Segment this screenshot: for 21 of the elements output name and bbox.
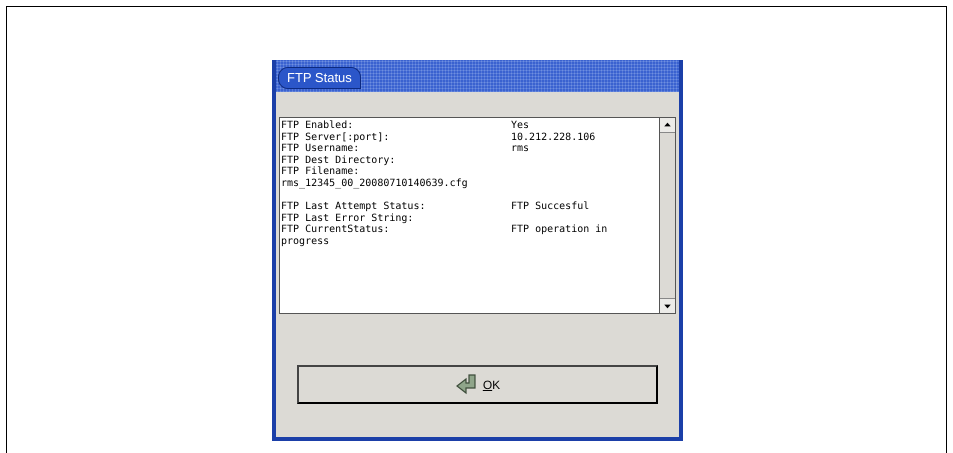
field-label: FTP Last Attempt Status: [281, 201, 426, 213]
text-area[interactable] [279, 117, 659, 314]
field-label: FTP Filename: [281, 166, 360, 178]
scroll-down-icon[interactable] [660, 298, 675, 313]
field-label: FTP Username: [281, 143, 360, 155]
field-value: FTP operation in [511, 224, 608, 236]
scrollbar[interactable] [659, 117, 676, 314]
field-label: FTP Enabled: [281, 120, 354, 132]
field-label: FTP Server[:port]: [281, 132, 390, 144]
field-label: FTP CurrentStatus: [281, 224, 390, 236]
window-title: FTP Status [278, 67, 361, 89]
field-label: FTP Dest Directory: [281, 154, 396, 166]
field-value: FTP Succesful [511, 201, 590, 213]
field-value: rms [511, 143, 530, 155]
field-label: rms_12345_00_20080710140639.cfg [281, 178, 468, 190]
field-label: progress [281, 236, 330, 248]
field-label: FTP Last Error String: [281, 212, 414, 224]
field-value: 10.212.228.106 [511, 132, 596, 144]
field-value: Yes [511, 120, 530, 132]
ok-button[interactable]: OK [297, 365, 658, 404]
scroll-up-icon[interactable] [660, 118, 675, 133]
